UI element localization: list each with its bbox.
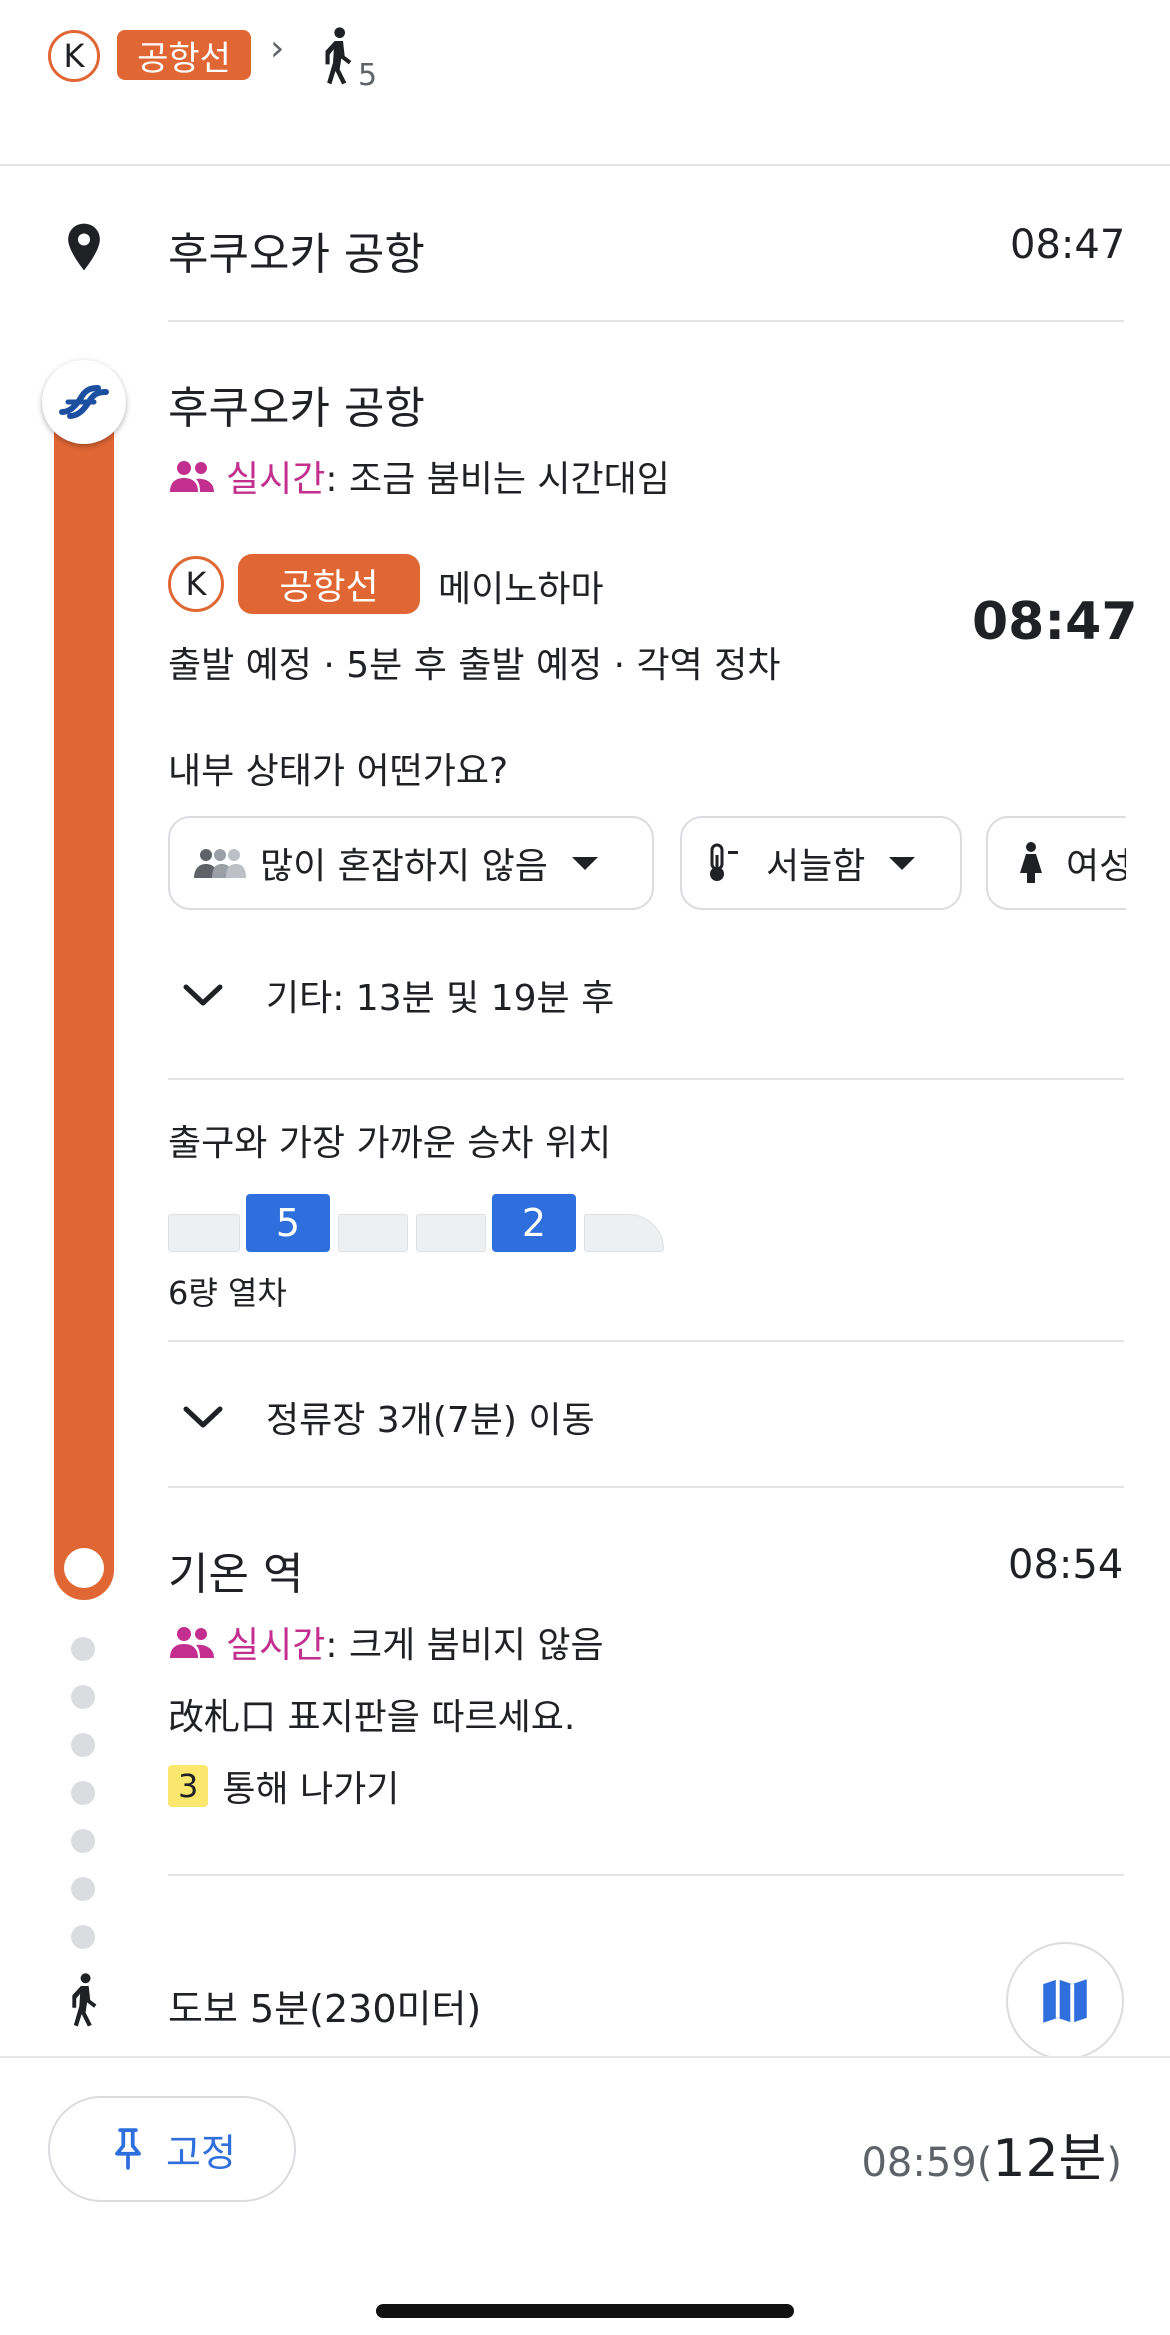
crowd-icon — [194, 849, 246, 878]
divider — [168, 1340, 1124, 1342]
walk-dot — [71, 1781, 95, 1805]
origin-time: 08:47 — [1010, 222, 1126, 268]
line-badge: 공항선 — [117, 30, 251, 80]
route-line — [54, 390, 114, 1600]
crowd-icon — [170, 461, 214, 492]
dropdown-arrow-icon — [571, 857, 598, 870]
home-indicator — [376, 2304, 794, 2318]
exit-instruction: 改札口 표지판을 따르세요. — [168, 1697, 576, 1738]
thermometer-icon — [710, 843, 738, 881]
bottom-bar: 고정 08:59(12분) — [0, 2056, 1170, 2335]
walk-dot — [71, 1733, 95, 1757]
location-pin-icon — [68, 223, 100, 271]
chip-label: 서늘함 — [766, 846, 866, 887]
header-divider — [0, 164, 1170, 166]
departure-time: 08:47 — [972, 592, 1138, 652]
other-departures-text: 기타: 13분 및 19분 후 — [266, 978, 615, 1019]
boarding-title: 출구와 가장 가까운 승차 위치 — [168, 1123, 612, 1164]
chip-label: 많이 혼잡하지 않음 — [260, 846, 548, 887]
walk-icon — [72, 1973, 97, 2027]
exit-info: 3 통해 나가기 — [168, 1760, 399, 1812]
walk-minutes: 5 — [358, 58, 378, 93]
exit-number-badge: 3 — [168, 1765, 209, 1807]
crowd-text: : 크게 붐비지 않음 — [325, 1625, 604, 1666]
map-icon — [1043, 1979, 1087, 2023]
arrival-station: 기온 역 — [168, 1549, 304, 1600]
women-only-chip[interactable]: 여성 — [986, 816, 1126, 910]
train-car-highlighted: 2 — [492, 1194, 576, 1252]
departure-station: 후쿠오카 공항 — [168, 383, 425, 434]
departure-status: 출발 예정 · 5분 후 출발 예정 · 각역 정차 — [168, 645, 781, 686]
crowding-chip[interactable]: 많이 혼잡하지 않음 — [168, 816, 654, 910]
walk-dot — [71, 1637, 95, 1661]
chip-label: 여성 — [1066, 846, 1126, 887]
divider — [168, 1486, 1124, 1488]
line-badge: 공항선 — [238, 554, 420, 614]
realtime-label: 실시간 — [226, 459, 326, 500]
train-car — [168, 1214, 240, 1252]
pin-icon — [115, 2128, 141, 2170]
arrival-crowd: 실시간: 크게 붐비지 않음 — [168, 1616, 604, 1668]
train-car — [338, 1214, 408, 1252]
train-car-highlighted: 5 — [246, 1194, 330, 1252]
crowd-icon — [170, 1627, 214, 1658]
walk-text: 도보 5분(230미터) — [168, 1987, 482, 2031]
walk-dot — [71, 1685, 95, 1709]
crowd-text: : 조금 붐비는 시간대임 — [325, 459, 670, 500]
stops-text: 정류장 3개(7분) 이동 — [266, 1400, 595, 1441]
subway-logo-icon — [42, 360, 126, 444]
trip-duration: 12분 — [992, 2129, 1107, 2189]
departure-crowd: 실시간: 조금 붐비는 시간대임 — [168, 450, 670, 502]
trip-close-paren: ) — [1106, 2140, 1122, 2186]
trip-arrival-time: 08:59( — [861, 2140, 993, 2186]
dropdown-arrow-icon — [889, 857, 916, 870]
chevron-down-icon — [183, 1406, 223, 1428]
realtime-label: 실시간 — [226, 1625, 326, 1666]
trip-summary: 08:59(12분) — [861, 2116, 1122, 2191]
pin-label: 고정 — [166, 2130, 236, 2175]
arrival-time: 08:54 — [1008, 1542, 1124, 1588]
walk-dot — [71, 1829, 95, 1853]
pin-button[interactable]: 고정 — [48, 2096, 296, 2202]
direction-name: 메이노하마 — [438, 569, 604, 610]
feedback-chips: 많이 혼잡하지 않음 서늘함 여성 — [168, 816, 1126, 916]
chevron-down-icon — [183, 984, 223, 1006]
walk-dot — [71, 1925, 95, 1949]
origin-name: 후쿠오카 공항 — [168, 229, 425, 280]
line-k-icon: K — [168, 556, 224, 612]
train-car — [416, 1214, 486, 1252]
map-button[interactable] — [1006, 1942, 1124, 2060]
line-k-icon: K — [48, 30, 100, 82]
train-car-front — [584, 1214, 664, 1252]
other-departures[interactable]: 기타: 13분 및 19분 후 — [168, 960, 1124, 1030]
train-length: 6량 열차 — [168, 1274, 287, 1312]
divider — [168, 1874, 1124, 1876]
woman-icon — [1020, 842, 1042, 883]
temperature-chip[interactable]: 서늘함 — [680, 816, 962, 910]
walk-dot — [71, 1877, 95, 1901]
origin-divider — [168, 320, 1124, 322]
feedback-question: 내부 상태가 어떤가요? — [168, 751, 509, 792]
divider — [168, 1078, 1124, 1080]
exit-text: 통해 나가기 — [222, 1769, 400, 1810]
intermediate-stops[interactable]: 정류장 3개(7분) 이동 — [168, 1382, 1124, 1452]
walk-icon — [325, 27, 352, 85]
chevron-right-icon: › — [270, 28, 285, 69]
arrival-stop-marker — [64, 1548, 104, 1588]
